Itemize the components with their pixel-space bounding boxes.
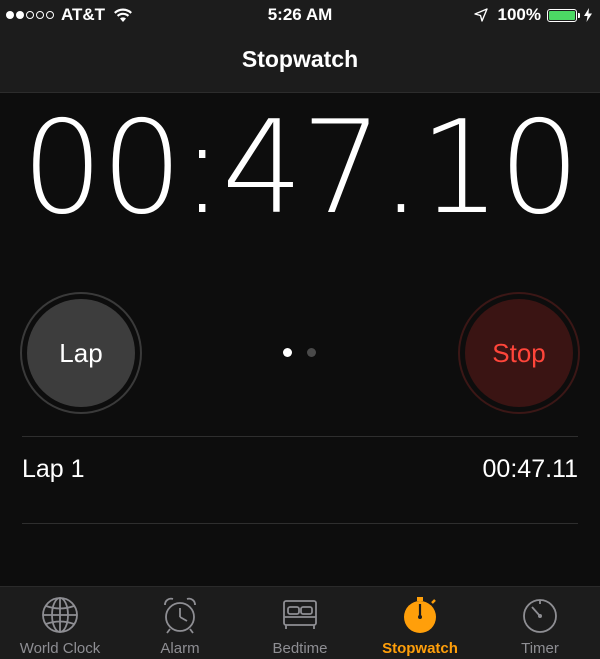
charging-icon [584, 8, 592, 22]
tab-bedtime[interactable]: Bedtime [240, 587, 360, 659]
alarm-clock-icon [164, 597, 196, 634]
globe-icon [42, 597, 78, 633]
lap-button[interactable]: Lap [20, 292, 142, 414]
navigation-bar: Stopwatch [0, 30, 600, 93]
page-title: Stopwatch [241, 46, 359, 72]
tab-world-clock[interactable]: World Clock [0, 587, 120, 659]
page-indicator[interactable] [283, 348, 331, 357]
stopwatch-icon [404, 597, 436, 633]
stop-button[interactable]: Stop [458, 292, 580, 414]
tab-alarm[interactable]: Alarm [120, 587, 240, 659]
tab-label-timer: Timer [521, 640, 559, 657]
timer-icon [523, 599, 557, 633]
location-arrow-icon [473, 8, 488, 22]
battery-percentage: 100% [497, 5, 541, 24]
tab-stopwatch[interactable]: Stopwatch [360, 587, 480, 659]
tab-label-bedtime: Bedtime [272, 640, 328, 657]
tab-label-world-clock: World Clock [19, 640, 101, 657]
lap-row: Lap 1 00:47.11 [22, 455, 578, 489]
lap-time: 00:47.11 [482, 455, 578, 483]
stopwatch-time-display: 00:47.10 [21, 94, 580, 243]
tab-label-alarm: Alarm [160, 640, 200, 657]
battery-icon [547, 8, 580, 22]
status-right: 100% [473, 5, 592, 25]
stop-button-label: Stop [465, 299, 573, 407]
page-dot-2[interactable] [307, 348, 316, 357]
lap-row-divider [22, 523, 578, 524]
lap-list-top-divider [22, 436, 578, 437]
lap-name: Lap 1 [22, 455, 85, 483]
tab-label-stopwatch: Stopwatch [382, 640, 458, 657]
tab-timer[interactable]: Timer [480, 587, 600, 659]
lap-button-label: Lap [27, 299, 135, 407]
tab-bar: World Clock Alarm Bedtime Stopwatch Time… [0, 586, 600, 659]
status-bar: AT&T 5:26 AM 100% [0, 0, 600, 30]
bed-icon [283, 600, 317, 629]
page-dot-1[interactable] [283, 348, 292, 357]
battery-fill [549, 10, 575, 20]
